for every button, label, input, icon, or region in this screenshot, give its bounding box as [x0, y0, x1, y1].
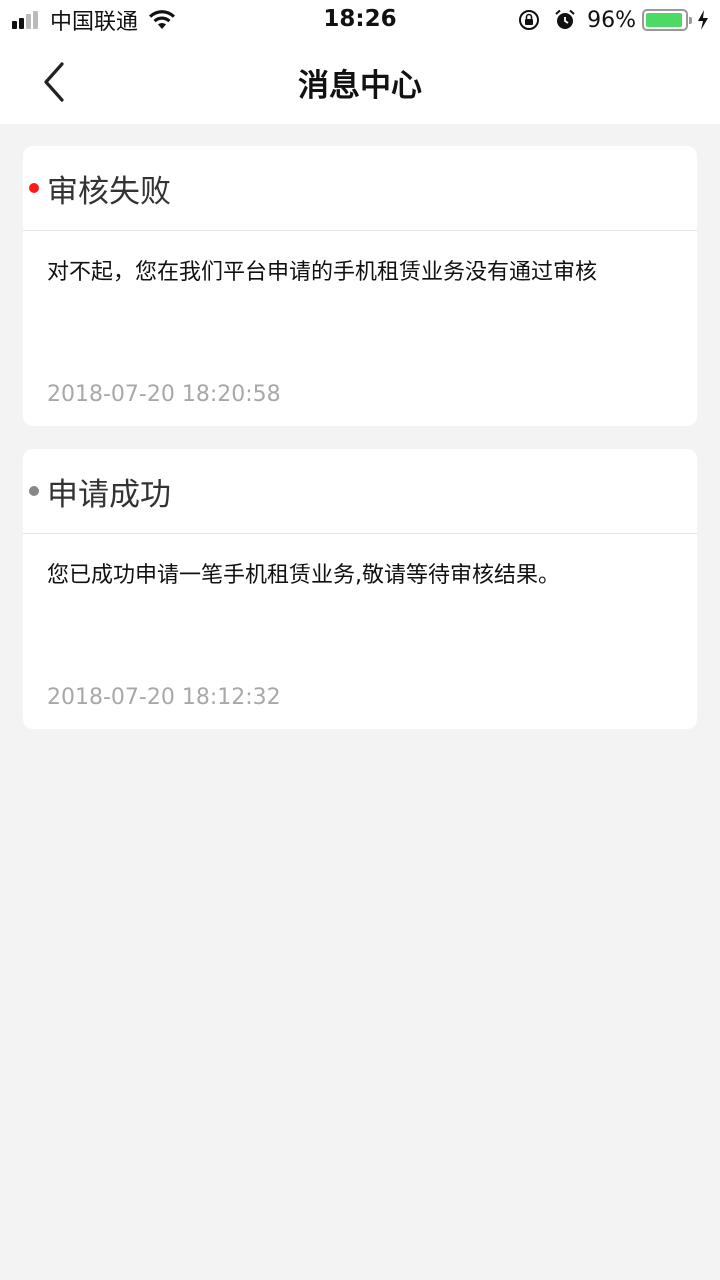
- battery-icon: [642, 9, 692, 31]
- message-timestamp: 2018-07-20 18:20:58: [47, 382, 281, 407]
- navigation-bar: 消息中心: [0, 40, 720, 124]
- message-header: 审核失败: [23, 146, 697, 231]
- message-card[interactable]: 审核失败 对不起，您在我们平台申请的手机租赁业务没有通过审核 2018-07-2…: [23, 146, 697, 426]
- message-timestamp: 2018-07-20 18:12:32: [47, 685, 281, 710]
- message-card[interactable]: 申请成功 您已成功申请一笔手机租赁业务,敬请等待审核结果。 2018-07-20…: [23, 449, 697, 729]
- battery-percent: 96%: [587, 7, 636, 33]
- charging-icon: [698, 10, 708, 30]
- page-title: 消息中心: [298, 68, 422, 104]
- message-list: 审核失败 对不起，您在我们平台申请的手机租赁业务没有通过审核 2018-07-2…: [23, 146, 697, 752]
- message-body: 对不起，您在我们平台申请的手机租赁业务没有通过审核: [47, 260, 598, 285]
- rotation-lock-icon: [519, 10, 540, 30]
- status-dot-icon: [29, 183, 39, 193]
- battery-level: [646, 13, 683, 27]
- message-title: 审核失败: [47, 173, 171, 210]
- alarm-icon: [555, 9, 575, 29]
- message-header: 申请成功: [23, 449, 697, 534]
- status-dot-icon: [29, 486, 39, 496]
- message-body: 您已成功申请一笔手机租赁业务,敬请等待审核结果。: [47, 563, 560, 588]
- message-title: 申请成功: [47, 476, 171, 513]
- status-right: 96%: [517, 0, 710, 40]
- status-bar: 中国联通 18:26 96%: [0, 0, 720, 40]
